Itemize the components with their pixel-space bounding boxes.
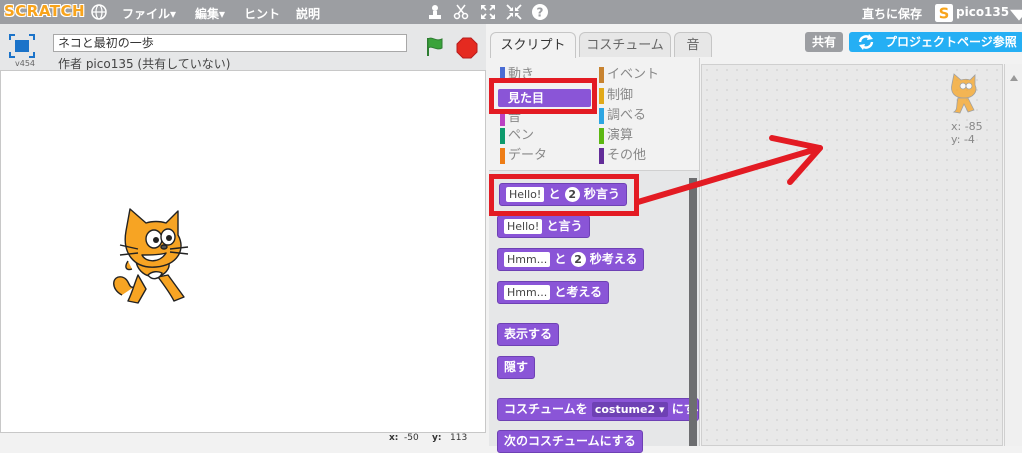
hide-block[interactable]: 隠す: [497, 356, 536, 379]
mouse-x-label: x:: [389, 433, 399, 443]
category-label: 調べる: [607, 108, 647, 123]
message-input[interactable]: Hmm...: [504, 252, 551, 267]
project-page-button[interactable]: プロジェクトページ参照: [849, 32, 1022, 52]
help-icon[interactable]: ?: [531, 3, 549, 21]
say-block[interactable]: Hello! と言う: [497, 215, 590, 238]
menu-bar: SCRATCH ファイル▾ 編集▾ ヒント 説明 ? 直ちに保存 S pico1…: [0, 0, 1022, 24]
sprite-thumbnail-icon: [946, 72, 980, 114]
shrink-icon[interactable]: [505, 3, 523, 21]
think-for-secs-block[interactable]: Hmm... と 2 秒考える: [497, 248, 645, 271]
category-data[interactable]: データ: [500, 148, 547, 164]
mouse-y-value: 113: [450, 433, 468, 443]
color-swatch: [599, 88, 604, 104]
category-events[interactable]: イベント: [599, 67, 659, 83]
svg-text:?: ?: [537, 6, 544, 20]
share-button[interactable]: 共有: [805, 32, 843, 52]
grow-icon[interactable]: [479, 3, 497, 21]
scratch-logo[interactable]: SCRATCH: [4, 2, 85, 20]
block-text: と言う: [546, 219, 583, 233]
message-input[interactable]: Hmm...: [504, 285, 551, 300]
refresh-icon: [857, 34, 875, 50]
chevron-down-icon[interactable]: [1010, 8, 1022, 21]
about-menu[interactable]: 説明: [296, 5, 320, 22]
color-swatch: [599, 67, 604, 83]
costume-dropdown[interactable]: costume2 ▾: [591, 402, 668, 417]
category-sensing[interactable]: 調べる: [599, 108, 646, 124]
user-avatar-icon[interactable]: S: [935, 4, 953, 23]
stage-canvas[interactable]: [0, 70, 486, 433]
category-label: イベント: [607, 67, 660, 82]
edit-menu[interactable]: 編集▾: [195, 5, 225, 22]
mouse-coordinates: x: -50 y: 113: [0, 432, 486, 446]
annotation-box-say-block: [489, 174, 639, 216]
project-title-input[interactable]: ネコと最初の一歩: [53, 34, 407, 52]
seconds-input[interactable]: 2: [570, 252, 586, 267]
scripts-scrollbar[interactable]: [1004, 64, 1022, 446]
annotation-arrow-icon: [635, 135, 823, 205]
annotation-box-looks: [489, 78, 597, 114]
duplicate-stamp-icon[interactable]: [426, 3, 444, 21]
stage-header: v454 ネコと最初の一歩 作者 pico135 (共有していない): [0, 24, 486, 71]
tab-costumes[interactable]: コスチューム: [579, 32, 671, 57]
next-costume-block[interactable]: 次のコスチュームにする: [497, 430, 643, 453]
cut-scissors-icon[interactable]: [452, 3, 470, 21]
project-page-label: プロジェクトページ参照: [885, 35, 1017, 49]
sprite-y: y: -4: [951, 133, 975, 146]
block-text: 秒考える: [589, 252, 638, 266]
mouse-x-value: -50: [404, 433, 419, 443]
think-block[interactable]: Hmm... と考える: [497, 281, 610, 304]
save-now-button[interactable]: 直ちに保存: [862, 5, 922, 22]
tab-sounds[interactable]: 音: [674, 32, 712, 57]
block-text: コスチュームを: [504, 402, 588, 416]
color-swatch: [599, 148, 604, 164]
color-swatch: [599, 108, 604, 124]
mouse-y-label: y:: [432, 433, 442, 443]
show-block[interactable]: 表示する: [497, 323, 560, 346]
color-swatch: [500, 128, 505, 144]
fullscreen-icon[interactable]: [9, 34, 35, 58]
category-control[interactable]: 制御: [599, 88, 633, 104]
color-swatch: [599, 128, 604, 144]
block-text: と考える: [554, 285, 603, 299]
username-menu[interactable]: pico135: [956, 5, 1009, 19]
block-palette: 動き 見た目 音 ペン データ イベント 制御 調べる 演算 その他 Hello…: [489, 58, 700, 453]
file-menu[interactable]: ファイル▾: [122, 5, 176, 22]
version-label: v454: [15, 59, 36, 68]
category-pen[interactable]: ペン: [500, 128, 534, 144]
sprite-x: x: -85: [951, 120, 983, 133]
category-label: 制御: [607, 88, 634, 103]
tab-scripts[interactable]: スクリプト: [490, 32, 576, 58]
cat-sprite-icon[interactable]: [108, 205, 196, 309]
tips-menu[interactable]: ヒント: [244, 5, 280, 22]
block-text: と: [554, 252, 567, 266]
category-label: データ: [508, 148, 548, 163]
svg-text:S: S: [939, 6, 950, 22]
category-label: ペン: [508, 128, 535, 143]
color-swatch: [500, 148, 505, 164]
green-flag-icon[interactable]: [424, 36, 446, 58]
switch-costume-block[interactable]: コスチュームを costume2 ▾ にする: [497, 398, 699, 421]
scroll-up-icon[interactable]: [1005, 70, 1022, 86]
stop-icon[interactable]: [456, 37, 478, 59]
globe-icon[interactable]: [90, 3, 108, 21]
message-input[interactable]: Hello!: [504, 219, 543, 234]
